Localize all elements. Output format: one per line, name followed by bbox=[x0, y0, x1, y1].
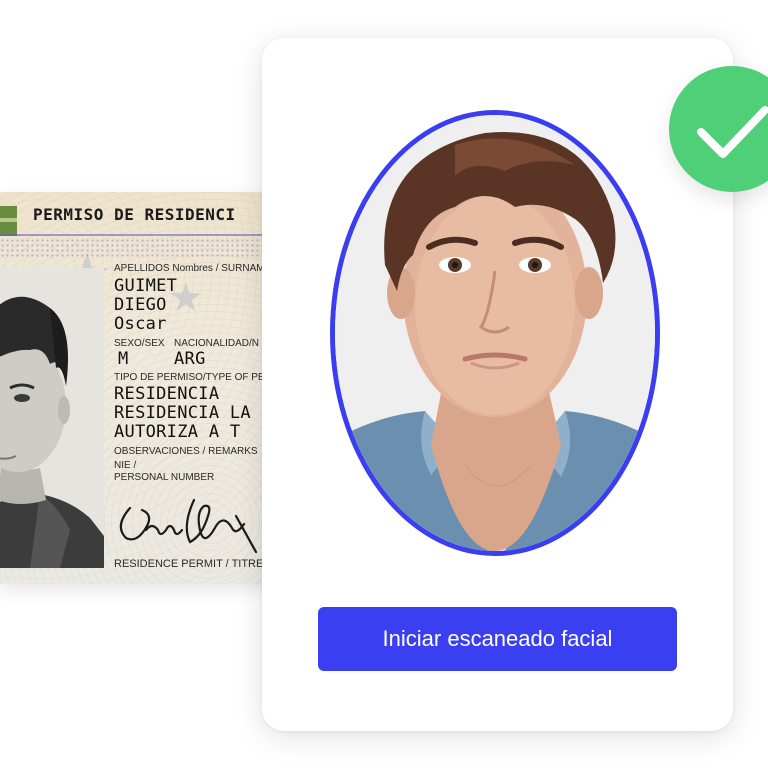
card-flag-stripe bbox=[0, 206, 17, 236]
sex-value: M bbox=[118, 349, 129, 369]
given-name-value: Oscar bbox=[114, 314, 167, 334]
card-header-rule bbox=[0, 234, 280, 236]
card-header-title: PERMISO DE RESIDENCI bbox=[33, 205, 236, 224]
surnames-label: APELLIDOS Nombres / SURNAM bbox=[114, 263, 265, 274]
personal-number-label: PERSONAL NUMBER bbox=[114, 472, 215, 483]
face-capture-frame bbox=[330, 110, 660, 556]
permit-type-label: TIPO DE PERMISO/TYPE OF PER bbox=[114, 372, 272, 383]
face-verification-panel: Iniciar escaneado facial bbox=[262, 38, 733, 731]
permit-line-2: RESIDENCIA LA bbox=[114, 403, 251, 423]
nie-label: NIE / bbox=[114, 460, 137, 471]
residence-permit-card: PERMISO DE RESIDENCI ★ ★ APELLIDOS Nombr… bbox=[0, 192, 280, 584]
permit-line-1: RESIDENCIA bbox=[114, 384, 220, 404]
start-face-scan-button[interactable]: Iniciar escaneado facial bbox=[318, 607, 677, 671]
check-icon bbox=[697, 106, 768, 158]
card-portrait-photo bbox=[0, 268, 104, 568]
sex-label: SEXO/SEX bbox=[114, 338, 165, 349]
remarks-label: OBSERVACIONES / REMARKS bbox=[114, 446, 258, 457]
surname-1-value: GUIMET bbox=[114, 276, 178, 296]
face-photo bbox=[335, 115, 655, 551]
nationality-label: NACIONALIDAD/N bbox=[174, 338, 260, 349]
verification-success-badge bbox=[669, 66, 768, 192]
surname-2-value: DIEGO bbox=[114, 295, 167, 315]
permit-line-3: AUTORIZA A T bbox=[114, 422, 241, 442]
card-dot-band bbox=[0, 238, 280, 258]
nationality-value: ARG bbox=[174, 349, 206, 369]
holder-signature bbox=[119, 498, 258, 554]
card-footer-text: RESIDENCE PERMIT / TITRE bbox=[114, 558, 264, 570]
